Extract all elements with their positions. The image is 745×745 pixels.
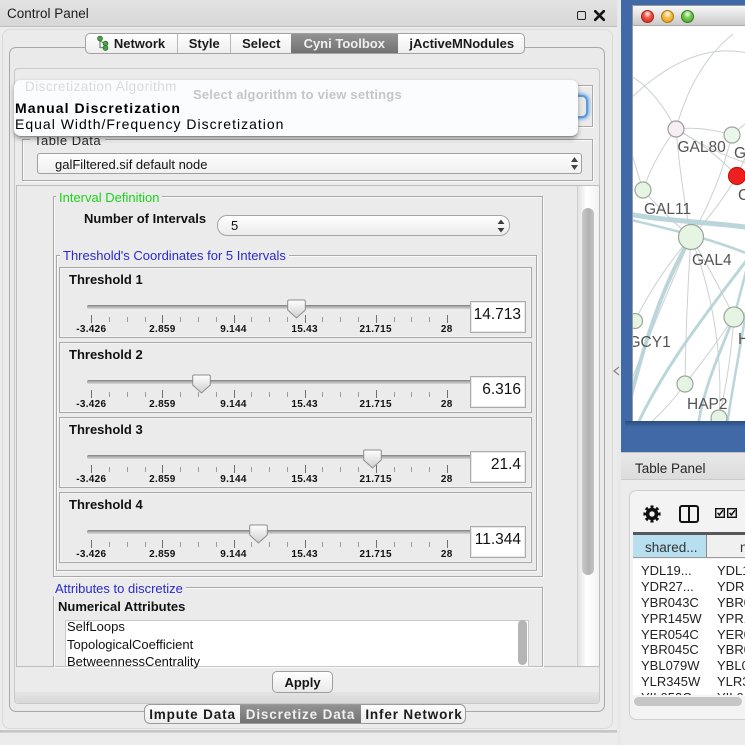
svg-text:H: H: [738, 331, 745, 348]
svg-text:C: C: [738, 187, 745, 204]
svg-text:HAP2: HAP2: [687, 396, 728, 413]
svg-text:GAL4: GAL4: [692, 252, 732, 269]
svg-text:GAL11: GAL11: [644, 201, 691, 218]
svg-text:GCY1: GCY1: [633, 334, 671, 351]
svg-text:GAL80: GAL80: [678, 139, 727, 156]
svg-text:GA: GA: [734, 145, 745, 162]
